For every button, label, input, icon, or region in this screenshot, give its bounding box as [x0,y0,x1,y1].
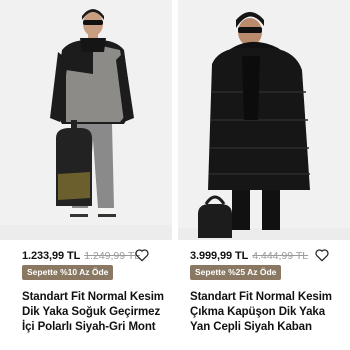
price-row-1: 1.233,99 TL 1.249,99 TL [22,248,160,264]
product-grid: 1.233,99 TL 1.249,99 TL Sepette %10 Az Ö… [0,0,350,350]
price: 1.233,99 TL [22,250,81,262]
heart-outline-icon[interactable] [314,247,330,263]
product-title[interactable]: Standart Fit Normal Kesim Dik Yaka Soğuk… [22,290,168,335]
old-price: 4.444,99 TL [252,250,309,262]
heart-outline-icon[interactable] [134,247,150,263]
product-card-2[interactable]: 3.999,99 TL 4.444,99 TL Sepette %25 Az Ö… [178,0,350,350]
discount-badge: Sepette %25 Az Öde [190,265,282,280]
price: 3.999,99 TL [190,250,249,262]
old-price: 1.249,99 TL [84,250,141,262]
product-image-1[interactable] [0,0,172,240]
price-row-2: 3.999,99 TL 4.444,99 TL [190,248,338,264]
product-title[interactable]: Standart Fit Normal Kesim Çıkma Kapüşon … [190,290,346,335]
product-image-2[interactable] [178,0,350,240]
product-card-1[interactable]: 1.233,99 TL 1.249,99 TL Sepette %10 Az Ö… [0,0,172,350]
discount-badge: Sepette %10 Az Öde [22,265,114,280]
